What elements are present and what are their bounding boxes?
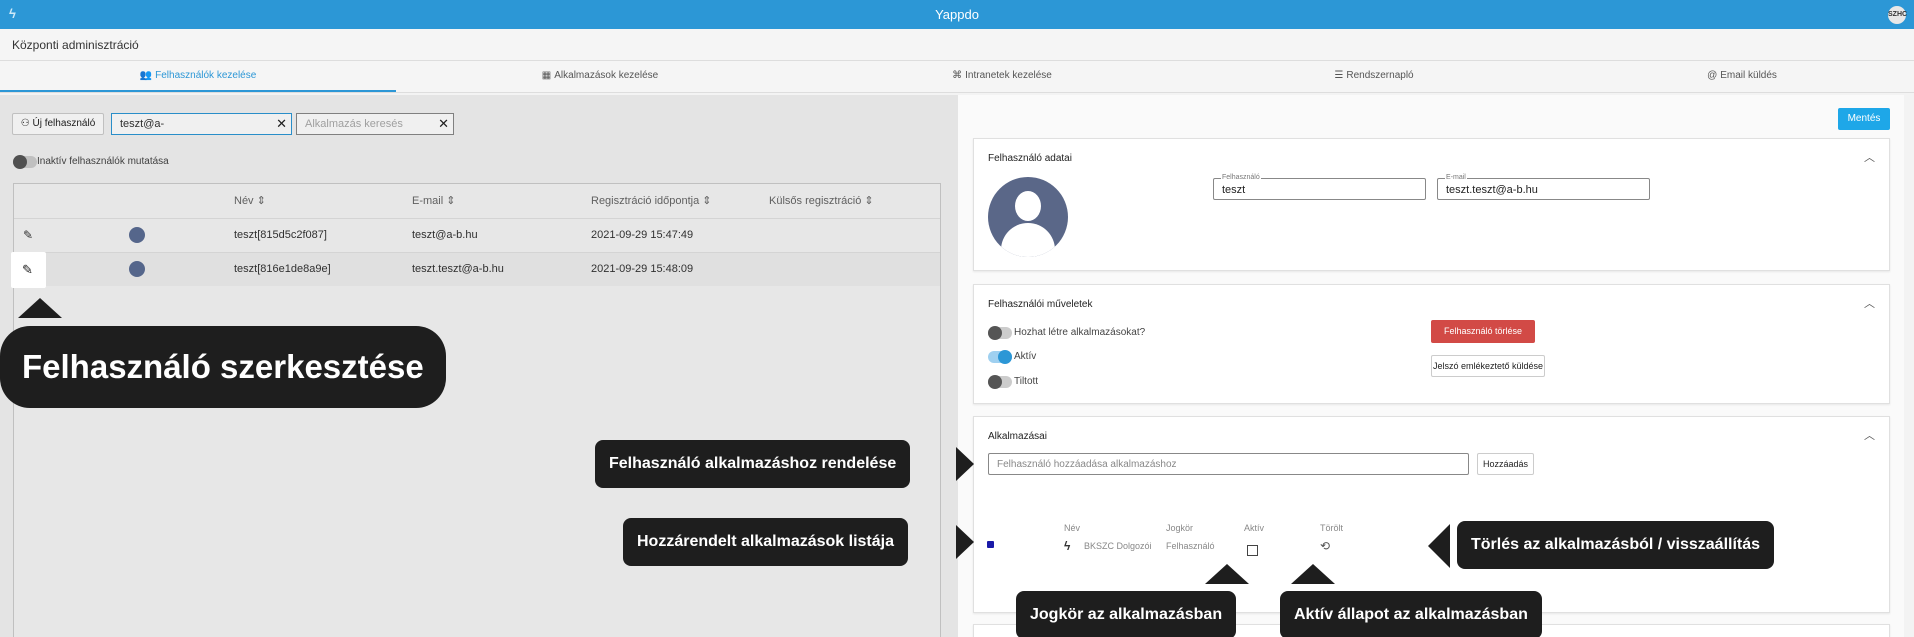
avatar-body: [1001, 223, 1055, 257]
callout-arrow-right: [956, 447, 974, 481]
apps-card: Alkalmazásai ︿ Felhasználó hozzáadása al…: [973, 416, 1890, 613]
app-role[interactable]: Felhasználó: [1166, 541, 1215, 551]
app-active-checkbox[interactable]: [1247, 545, 1258, 556]
page-title: Központi adminisztráció: [12, 38, 139, 52]
callout-arrow-left: [1428, 524, 1450, 568]
add-app-placeholder: Felhasználó hozzáadása alkalmazáshoz: [997, 459, 1177, 470]
delete-user-button[interactable]: Felhasználó törlése: [1431, 320, 1535, 343]
col-header-role: Jogkör: [1166, 523, 1194, 533]
active-toggle[interactable]: [988, 350, 1012, 364]
email-field[interactable]: E-mail teszt.teszt@a-b.hu: [1437, 174, 1650, 200]
username-legend: Felhasználó: [1221, 174, 1261, 181]
add-app-input[interactable]: Felhasználó hozzáadása alkalmazáshoz: [988, 453, 1469, 475]
network-icon: ⌘: [952, 70, 963, 81]
callout-assigned-list: Hozzárendelt alkalmazások listája: [623, 518, 908, 566]
toggle-label: Aktív: [1014, 351, 1037, 362]
tab-syslog[interactable]: ☰ Rendszernapló: [1176, 61, 1572, 92]
email-value: teszt.teszt@a-b.hu: [1446, 184, 1538, 196]
tab-label: Felhasználók kezelése: [155, 70, 257, 81]
callout-arrow-up: [1291, 564, 1335, 584]
callout-active-state: Aktív állapot az alkalmazásban: [1280, 591, 1542, 637]
tab-label: Intranetek kezelése: [965, 70, 1052, 81]
callout-arrow-up: [18, 298, 62, 318]
restore-history-icon[interactable]: ⟲: [1320, 539, 1330, 553]
col-header-active: Aktív: [1244, 523, 1265, 533]
top-bar: ϟ Yappdo SZHC: [0, 0, 1914, 29]
app-title: Yappdo: [935, 7, 979, 22]
toggle-label: Hozhat létre alkalmazásokat?: [1014, 327, 1146, 338]
tab-email[interactable]: @ Email küldés: [1544, 61, 1914, 92]
users-icon: 👥: [139, 70, 153, 81]
profile-avatar[interactable]: [988, 177, 1068, 257]
at-icon: @: [1707, 70, 1718, 81]
banned-toggle[interactable]: [988, 375, 1012, 389]
callout-arrow-right: [956, 525, 974, 559]
edit-icon: ✎: [22, 262, 33, 277]
col-header-deleted: Törölt: [1320, 523, 1344, 533]
email-legend: E-mail: [1445, 174, 1467, 181]
callout-edit-user: Felhasználó szerkesztése: [0, 326, 446, 408]
user-data-card: Felhasználó adatai ︿ Felhasználó teszt E…: [973, 138, 1890, 271]
tab-label: Email küldés: [1720, 70, 1777, 81]
callout-arrow-up: [1205, 564, 1249, 584]
send-password-reminder-button[interactable]: Jelszó emlékeztető küldése: [1431, 355, 1545, 377]
avatar-head: [1015, 191, 1041, 221]
user-ops-card: Felhasználói műveletek ︿ Hozhat létre al…: [973, 284, 1890, 404]
apps-icon: ▦: [541, 70, 552, 81]
col-header-name: Név: [1064, 523, 1081, 533]
user-avatar[interactable]: SZHC: [1888, 6, 1907, 24]
card-title: Felhasználói műveletek: [988, 299, 1093, 310]
save-button[interactable]: Mentés: [1838, 108, 1890, 130]
chevron-up-icon[interactable]: ︿: [1864, 149, 1875, 165]
page-header: Központi adminisztráció: [0, 29, 1914, 61]
chevron-up-icon[interactable]: ︿: [1864, 295, 1875, 311]
toggle-label: Tiltott: [1014, 376, 1039, 387]
tab-users[interactable]: 👥 Felhasználók kezelése: [0, 61, 396, 92]
edit-user-button[interactable]: ✎: [11, 252, 46, 288]
callout-role: Jogkör az alkalmazásban: [1016, 591, 1237, 637]
tab-apps[interactable]: ▦ Alkalmazások kezelése: [402, 61, 798, 92]
tab-bar: 👥 Felhasználók kezelése ▦ Alkalmazások kez…: [0, 61, 1914, 93]
card-title: Felhasználó adatai: [988, 153, 1072, 164]
username-field[interactable]: Felhasználó teszt: [1213, 174, 1426, 200]
tab-label: Alkalmazások kezelése: [554, 70, 659, 81]
app-color-marker: [987, 541, 994, 548]
tab-intranets[interactable]: ⌘ Intranetek kezelése: [804, 61, 1200, 92]
app-name: BKSZC Dolgozói: [1084, 541, 1152, 551]
list-icon: ☰: [1334, 70, 1344, 81]
add-app-button[interactable]: Hozzáadás: [1477, 453, 1534, 475]
callout-delete-restore: Törlés az alkalmazásból / visszaállítás: [1457, 521, 1775, 569]
callout-assign-app: Felhasználó alkalmazáshoz rendelése: [595, 440, 911, 488]
chevron-up-icon[interactable]: ︿: [1864, 427, 1875, 443]
username-value: teszt: [1222, 184, 1246, 196]
tab-label: Rendszernapló: [1346, 70, 1414, 81]
app-logo-icon: ϟ: [1064, 539, 1071, 553]
card-title: Alkalmazásai: [988, 431, 1047, 442]
can-create-apps-toggle[interactable]: [988, 326, 1012, 340]
